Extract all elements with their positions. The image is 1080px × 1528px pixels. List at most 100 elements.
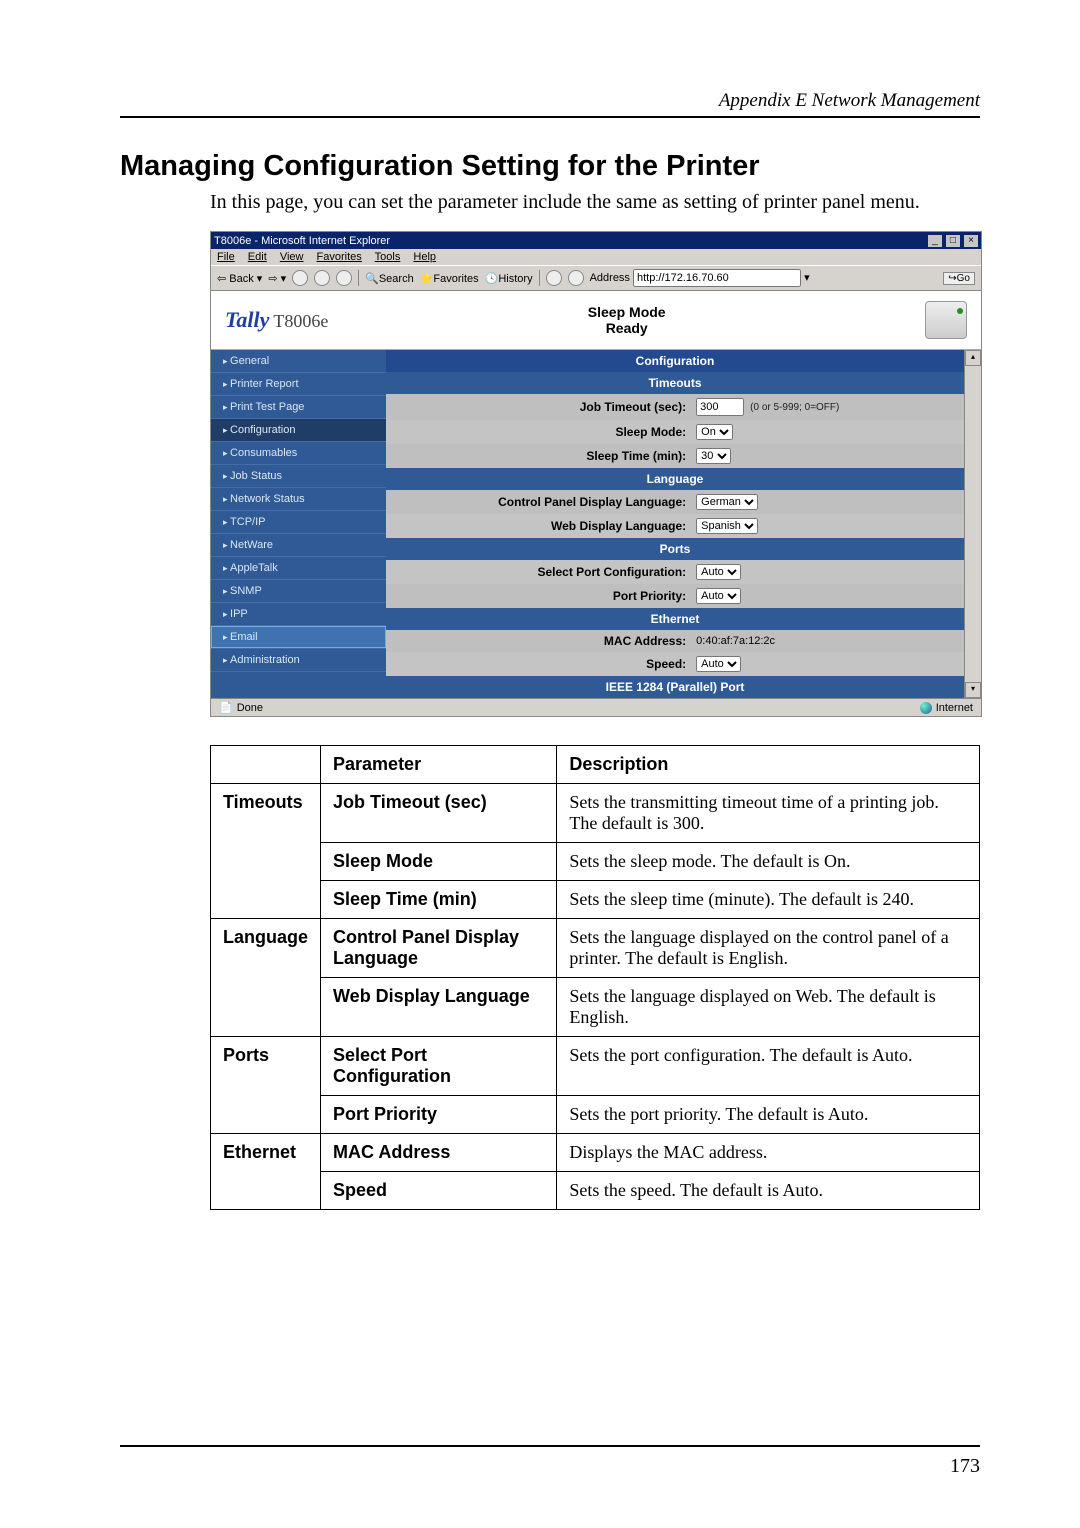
print-icon[interactable] — [568, 270, 584, 286]
port-conf-select[interactable]: Auto — [696, 564, 741, 580]
intro-text: In this page, you can set the parameter … — [210, 189, 980, 215]
forward-button[interactable]: ⇨ ▾ — [268, 272, 286, 285]
window-titlebar: T8006e - Microsoft Internet Explorer _ □… — [211, 232, 981, 249]
menu-tools[interactable]: Tools — [375, 251, 401, 263]
search-button[interactable]: 🔍Search — [365, 272, 414, 285]
sleep-time-label: Sleep Time (min): — [396, 449, 696, 463]
menu-help[interactable]: Help — [413, 251, 436, 263]
internet-zone-icon — [920, 702, 932, 714]
web-lang-label: Web Display Language: — [396, 519, 696, 533]
header-rule — [120, 116, 980, 118]
window-buttons: _ □ × — [927, 234, 978, 247]
group-parallel: IEEE 1284 (Parallel) Port — [386, 676, 964, 698]
address-input[interactable] — [633, 269, 801, 287]
table-row: Sleep ModeSets the sleep mode. The defau… — [211, 843, 980, 881]
table-row: Ports Select Port ConfigurationSets the … — [211, 1037, 980, 1096]
sidebar-item-printer-report[interactable]: Printer Report — [211, 373, 386, 396]
sidebar-item-appletalk[interactable]: AppleTalk — [211, 557, 386, 580]
table-row: Port PrioritySets the port priority. The… — [211, 1096, 980, 1134]
window-title: T8006e - Microsoft Internet Explorer — [214, 235, 390, 247]
favorites-button[interactable]: ⭐Favorites — [420, 272, 479, 285]
job-timeout-hint: (0 or 5-999; 0=OFF) — [750, 402, 839, 413]
group-ethernet: Ethernet — [386, 608, 964, 630]
menu-file[interactable]: File — [217, 251, 235, 263]
table-row: Timeouts Job Timeout (sec) Sets the tran… — [211, 784, 980, 843]
maximize-icon[interactable]: □ — [946, 235, 960, 247]
statusbar-right: Internet — [936, 702, 973, 714]
group-timeouts: Timeouts — [386, 372, 964, 394]
group-configuration: Configuration — [386, 350, 964, 372]
mail-icon[interactable] — [546, 270, 562, 286]
group-language: Language — [386, 468, 964, 490]
minimize-icon[interactable]: _ — [928, 235, 942, 247]
table-row: SpeedSets the speed. The default is Auto… — [211, 1172, 980, 1210]
sidebar-item-email[interactable]: Email — [211, 626, 386, 649]
sidebar: General Printer Report Print Test Page C… — [211, 350, 386, 698]
sidebar-item-netware[interactable]: NetWare — [211, 534, 386, 557]
back-button[interactable]: ⇦ Back ▾ — [217, 272, 262, 285]
address-dropdown-icon[interactable]: ▾ — [804, 272, 810, 284]
table-row: Web Display LanguageSets the language di… — [211, 978, 980, 1037]
scrollbar[interactable]: ▴ ▾ — [964, 350, 981, 698]
menu-favorites[interactable]: Favorites — [317, 251, 362, 263]
job-timeout-input[interactable] — [696, 398, 744, 416]
go-button[interactable]: ↪Go — [943, 272, 975, 285]
menu-bar: File Edit View Favorites Tools Help — [211, 249, 981, 265]
mac-value: 0:40:af:7a:12:2c — [696, 635, 775, 647]
footer-rule — [120, 1445, 980, 1447]
sleep-mode-select[interactable]: On — [696, 424, 733, 440]
table-row: Language Control Panel Display LanguageS… — [211, 919, 980, 978]
sidebar-item-network-status[interactable]: Network Status — [211, 488, 386, 511]
toolbar: ⇦ Back ▾ ⇨ ▾ 🔍Search ⭐Favorites 🕓History… — [211, 265, 981, 291]
port-conf-label: Select Port Configuration: — [396, 565, 696, 579]
brand-logo: TallyT8006e — [225, 307, 328, 333]
scroll-up-icon[interactable]: ▴ — [965, 350, 981, 366]
port-prio-label: Port Priority: — [396, 589, 696, 603]
sidebar-item-print-test-page[interactable]: Print Test Page — [211, 396, 386, 419]
group-ports: Ports — [386, 538, 964, 560]
th-group — [211, 746, 321, 784]
cp-lang-label: Control Panel Display Language: — [396, 495, 696, 509]
printer-status: Sleep ModeReady — [328, 304, 925, 336]
printer-icon — [925, 301, 967, 339]
sidebar-item-configuration[interactable]: Configuration — [211, 419, 386, 442]
mac-label: MAC Address: — [396, 634, 696, 648]
home-icon[interactable] — [336, 270, 352, 286]
speed-select[interactable]: Auto — [696, 656, 741, 672]
menu-view[interactable]: View — [280, 251, 304, 263]
header-appendix: Appendix E Network Management — [120, 90, 980, 112]
sidebar-item-administration[interactable]: Administration — [211, 649, 386, 672]
statusbar-left: Done — [237, 702, 263, 714]
browser-window: T8006e - Microsoft Internet Explorer _ □… — [210, 231, 982, 717]
refresh-icon[interactable] — [314, 270, 330, 286]
menu-edit[interactable]: Edit — [248, 251, 267, 263]
close-icon[interactable]: × — [964, 235, 978, 247]
config-panel: Configuration Timeouts Job Timeout (sec)… — [386, 350, 964, 698]
table-row: Ethernet MAC AddressDisplays the MAC add… — [211, 1134, 980, 1172]
scroll-down-icon[interactable]: ▾ — [965, 682, 981, 698]
port-prio-select[interactable]: Auto — [696, 588, 741, 604]
sidebar-item-general[interactable]: General — [211, 350, 386, 373]
sidebar-item-job-status[interactable]: Job Status — [211, 465, 386, 488]
page-number: 173 — [120, 1455, 980, 1478]
done-icon: 📄 — [219, 701, 233, 714]
th-param: Parameter — [321, 746, 557, 784]
table-row: Sleep Time (min)Sets the sleep time (min… — [211, 881, 980, 919]
web-lang-select[interactable]: Spanish — [696, 518, 758, 534]
status-bar: 📄 Done Internet — [211, 698, 981, 716]
parameter-table: Parameter Description Timeouts Job Timeo… — [210, 745, 980, 1210]
history-button[interactable]: 🕓History — [485, 272, 533, 285]
page-title: Managing Configuration Setting for the P… — [120, 150, 980, 183]
sidebar-item-tcpip[interactable]: TCP/IP — [211, 511, 386, 534]
cp-lang-select[interactable]: German — [696, 494, 758, 510]
stop-icon[interactable] — [292, 270, 308, 286]
sidebar-item-consumables[interactable]: Consumables — [211, 442, 386, 465]
sidebar-item-snmp[interactable]: SNMP — [211, 580, 386, 603]
sleep-time-select[interactable]: 30 — [696, 448, 731, 464]
address-label: Address — [590, 272, 630, 284]
sidebar-item-ipp[interactable]: IPP — [211, 603, 386, 626]
banner: TallyT8006e Sleep ModeReady — [211, 291, 981, 350]
sleep-mode-label: Sleep Mode: — [396, 425, 696, 439]
speed-label: Speed: — [396, 657, 696, 671]
th-desc: Description — [557, 746, 980, 784]
